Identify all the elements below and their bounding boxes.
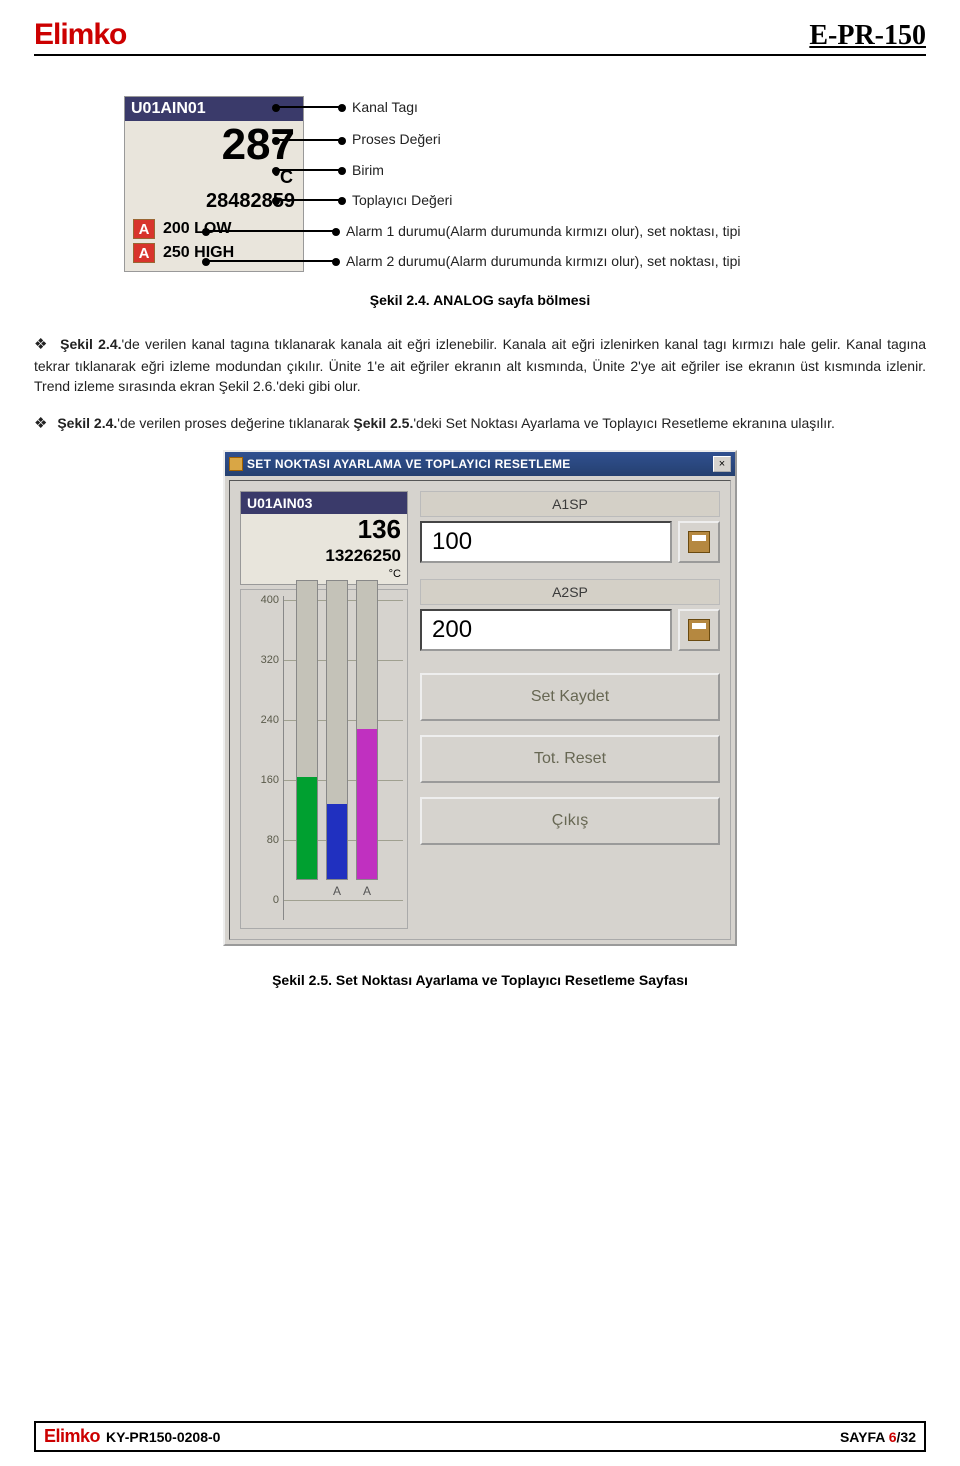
- mini-channel-total: 13226250: [241, 546, 407, 568]
- dialog-title: SET NOKTASI AYARLAMA VE TOPLAYICI RESETL…: [247, 457, 571, 471]
- mini-channel-tag: U01AIN03: [241, 492, 407, 514]
- brand-logo: Elimko: [34, 18, 126, 52]
- bar-fill: [327, 804, 347, 879]
- footer-page-total: /32: [897, 1429, 916, 1445]
- bar-fill: [357, 729, 377, 879]
- page-footer: Elimko KY-PR150-0208-0 SAYFA 6/32: [34, 1421, 926, 1452]
- page-header: Elimko E-PR-150: [34, 18, 926, 56]
- totalizer-reset-button[interactable]: Tot. Reset: [420, 735, 720, 783]
- paragraph-1: ❖ Şekil 2.4.'de verilen kanal tagına tık…: [34, 334, 926, 396]
- axis-tick: 240: [261, 714, 279, 726]
- callout-tag: Kanal Tagı: [352, 96, 418, 118]
- floppy-icon: [688, 531, 710, 553]
- mini-channel-unit: °C: [241, 568, 407, 584]
- callout-totalizer: Toplayıcı Değeri: [352, 189, 452, 211]
- set-save-button[interactable]: Set Kaydet: [420, 673, 720, 721]
- callout-alarm1: Alarm 1 durumu(Alarm durumunda kırmızı o…: [346, 220, 740, 242]
- bar-slot: A: [356, 580, 378, 900]
- channel-card: U01AIN01 287 °C 28482859 A 200 LOW A 250…: [124, 96, 304, 272]
- footer-page-label: SAYFA: [840, 1429, 889, 1445]
- mini-channel-card: U01AIN03 136 13226250 °C: [240, 491, 408, 584]
- setpoint-dialog: SET NOKTASI AYARLAMA VE TOPLAYICI RESETL…: [223, 450, 737, 946]
- mini-channel-value: 136: [241, 514, 407, 545]
- paragraph-2: ❖ Şekil 2.4.'de verilen proses değerine …: [34, 413, 926, 435]
- a1sp-label: A1SP: [420, 491, 720, 517]
- a1sp-input[interactable]: 100: [420, 521, 672, 563]
- bar-fill: [297, 777, 317, 879]
- window-icon: [229, 457, 243, 471]
- callout-unit: Birim: [352, 159, 384, 181]
- axis-tick: 0: [273, 894, 279, 906]
- bar-label: A: [333, 884, 341, 900]
- bar-slot: [296, 580, 318, 900]
- floppy-icon: [688, 619, 710, 641]
- a2sp-input[interactable]: 200: [420, 609, 672, 651]
- document-code: E-PR-150: [809, 20, 926, 52]
- axis-tick: 160: [261, 774, 279, 786]
- figure-2-5-caption: Şekil 2.5. Set Noktası Ayarlama ve Topla…: [34, 972, 926, 988]
- bar-label: A: [363, 884, 371, 900]
- footer-doc-no: KY-PR150-0208-0: [106, 1429, 220, 1445]
- a2sp-save-button[interactable]: [678, 609, 720, 651]
- alarm2-badge: A: [133, 243, 155, 263]
- figure-2-4-caption: Şekil 2.4. ANALOG sayfa bölmesi: [34, 292, 926, 308]
- callout-alarm2: Alarm 2 durumu(Alarm durumunda kırmızı o…: [346, 250, 740, 272]
- alarm1-badge: A: [133, 219, 155, 239]
- a2sp-label: A2SP: [420, 579, 720, 605]
- a1sp-save-button[interactable]: [678, 521, 720, 563]
- bar-slot: A: [326, 580, 348, 900]
- close-button[interactable]: ×: [713, 456, 731, 472]
- callouts-list: Kanal Tagı Proses Değeri Birim Toplayıcı…: [322, 96, 740, 280]
- axis-tick: 400: [261, 594, 279, 606]
- footer-brand-logo: Elimko: [44, 1426, 100, 1447]
- callout-value: Proses Değeri: [352, 128, 441, 150]
- axis-tick: 80: [267, 834, 279, 846]
- footer-page-current: 6: [889, 1429, 897, 1445]
- bargraph-panel: 0 80 160 240 320 400 A A: [240, 589, 408, 930]
- axis-tick: 320: [261, 654, 279, 666]
- exit-button[interactable]: Çıkış: [420, 797, 720, 845]
